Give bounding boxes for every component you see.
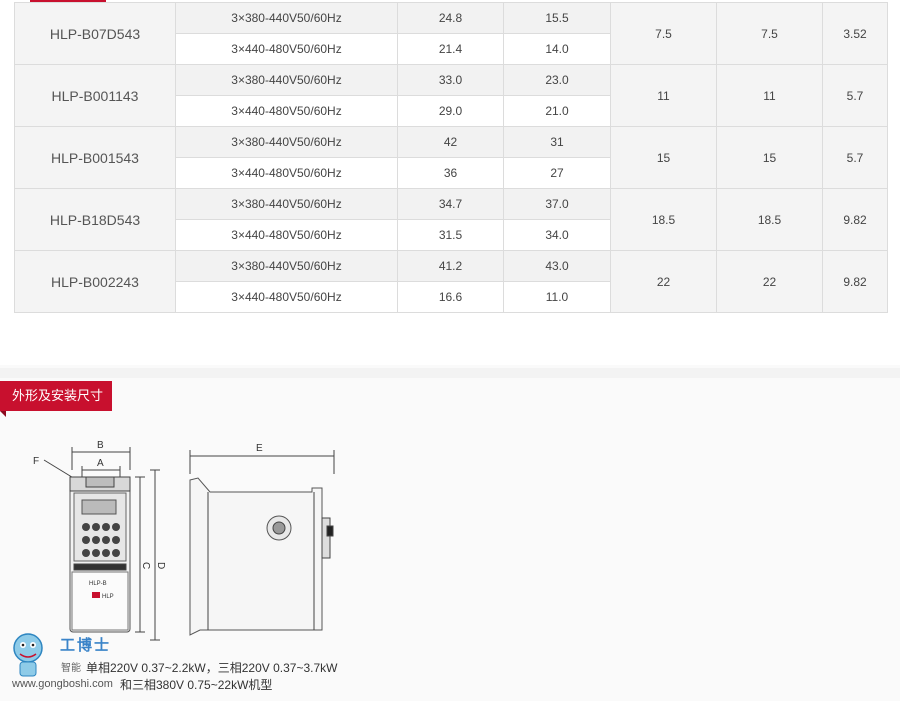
table-row: HLP-B07D543 3×380-440V50/60Hz 24.8 15.5 7.5 7… [14, 2, 888, 65]
value-cell: 37.0 [503, 188, 611, 220]
model-cell: HLP-B001543 [14, 126, 176, 189]
voltage-cell: 3×440-480V50/60Hz [175, 95, 398, 127]
table-row: HLP-B001543 3×380-440V50/60Hz 42 31 15 15 5.7 [14, 126, 888, 189]
value-cell: 31 [503, 126, 611, 158]
value-cell: 42 [397, 126, 504, 158]
watermark-name: 工博士 [60, 637, 112, 654]
value-cell: 11 [716, 64, 823, 127]
device-logo-label: HLP [102, 594, 114, 600]
value-cell: 11.0 [503, 281, 611, 313]
section-title: 外形及安装尺寸 [0, 381, 112, 411]
side-view [189, 450, 335, 636]
value-cell: 3.52 [822, 2, 888, 65]
device-brand-label: HLP-B [89, 581, 107, 587]
caption-line-2: 和三相380V 0.75~22kW机型 [120, 678, 273, 692]
value-cell: 21.0 [503, 95, 611, 127]
value-cell: 34.7 [397, 188, 504, 220]
value-cell: 34.0 [503, 219, 611, 251]
value-cell: 5.7 [822, 64, 888, 127]
value-cell: 31.5 [397, 219, 504, 251]
front-view [43, 447, 160, 641]
value-cell: 24.8 [397, 2, 504, 34]
dim-label-f: F [33, 456, 39, 467]
dim-label-e: E [256, 443, 263, 454]
watermark-url: www.gongboshi.com [12, 678, 113, 690]
value-cell: 23.0 [503, 64, 611, 96]
model-cell: HLP-B07D543 [14, 2, 176, 65]
watermark-small-text: 智能 [61, 663, 81, 674]
dim-label-b: B [97, 440, 104, 451]
spec-table-container: HLP-B07D543 3×380-440V50/60Hz 24.8 15.5 7.5 7… [14, 2, 888, 313]
value-cell: 33.0 [397, 64, 504, 96]
model-cell: HLP-B18D543 [14, 188, 176, 251]
section-title-tail [0, 411, 6, 417]
value-cell: 7.5 [716, 2, 823, 65]
table-row: HLP-B002243 3×380-440V50/60Hz 41.2 43.0 22 22… [14, 250, 888, 313]
dim-label-a: A [97, 458, 104, 469]
section-divider [0, 368, 900, 378]
value-cell: 22 [716, 250, 823, 313]
value-cell: 36 [397, 157, 504, 189]
value-cell: 11 [610, 64, 717, 127]
value-cell: 5.7 [822, 126, 888, 189]
caption-line-1: 单相220V 0.37~2.2kW，三相220V 0.37~3.7kW [86, 661, 338, 675]
value-cell: 43.0 [503, 250, 611, 282]
voltage-cell: 3×440-480V50/60Hz [175, 219, 398, 251]
table-row: HLP-B18D543 3×380-440V50/60Hz 34.7 37.0 18.5… [14, 188, 888, 251]
value-cell: 18.5 [610, 188, 717, 251]
voltage-cell: 3×440-480V50/60Hz [175, 33, 398, 65]
model-cell: HLP-B002243 [14, 250, 176, 313]
value-cell: 9.82 [822, 188, 888, 251]
value-cell: 29.0 [397, 95, 504, 127]
voltage-cell: 3×380-440V50/60Hz [175, 64, 398, 96]
value-cell: 22 [610, 250, 717, 313]
model-cell: HLP-B001143 [14, 64, 176, 127]
value-cell: 27 [503, 157, 611, 189]
voltage-cell: 3×380-440V50/60Hz [175, 2, 398, 34]
value-cell: 21.4 [397, 33, 504, 65]
value-cell: 7.5 [610, 2, 717, 65]
spec-table: HLP-B07D543 3×380-440V50/60Hz 24.8 15.5 7.5 7… [14, 2, 888, 313]
value-cell: 16.6 [397, 281, 504, 313]
value-cell: 15.5 [503, 2, 611, 34]
value-cell: 15 [716, 126, 823, 189]
voltage-cell: 3×380-440V50/60Hz [175, 188, 398, 220]
dim-label-d: D [155, 562, 166, 569]
value-cell: 9.82 [822, 250, 888, 313]
voltage-cell: 3×440-480V50/60Hz [175, 281, 398, 313]
watermark-mascot-icon [13, 633, 43, 677]
value-cell: 41.2 [397, 250, 504, 282]
value-cell: 14.0 [503, 33, 611, 65]
value-cell: 18.5 [716, 188, 823, 251]
table-row: HLP-B001143 3×380-440V50/60Hz 33.0 23.0 11 11… [14, 64, 888, 127]
voltage-cell: 3×380-440V50/60Hz [175, 126, 398, 158]
dim-label-c: C [140, 562, 151, 569]
voltage-cell: 3×440-480V50/60Hz [175, 157, 398, 189]
value-cell: 15 [610, 126, 717, 189]
voltage-cell: 3×380-440V50/60Hz [175, 250, 398, 282]
